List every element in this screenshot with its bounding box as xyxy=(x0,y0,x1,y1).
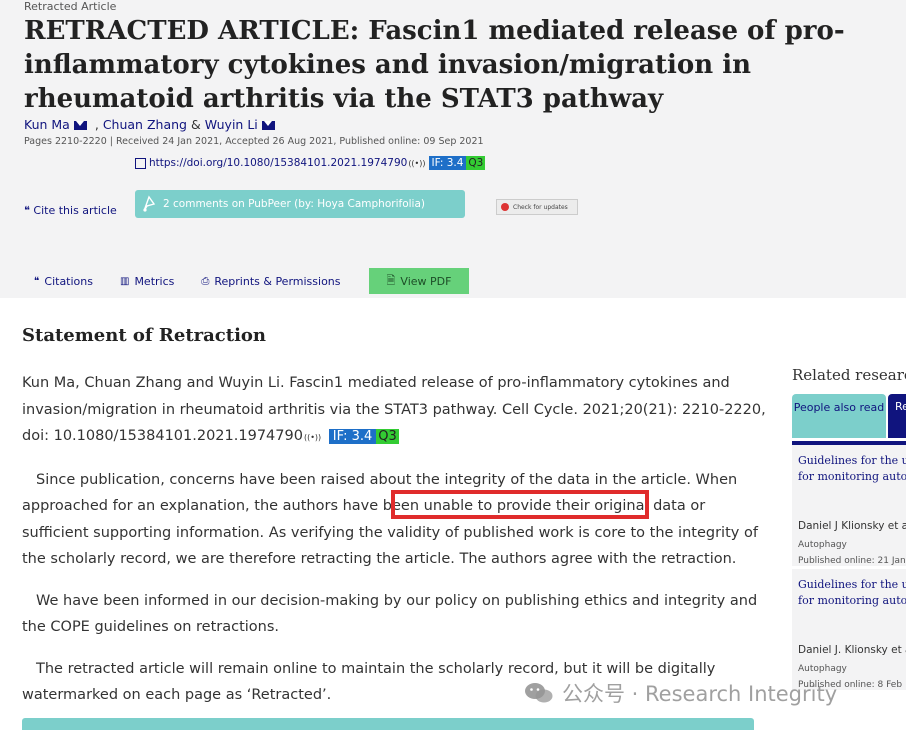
related-tabs: People also read Re xyxy=(792,394,906,439)
retraction-reason-paragraph: Since publication, concerns have been ra… xyxy=(22,471,758,568)
email-icon[interactable] xyxy=(261,121,275,130)
article-tabs: ❝ Citations ▥ Metrics ⎙ Reprints & Permi… xyxy=(34,268,368,294)
related-list: Guidelines for the use for monitoring au… xyxy=(792,441,906,693)
citation-paragraph: Kun Ma, Chuan Zhang and Wuyin Li. Fascin… xyxy=(22,370,772,452)
cite-this-article-link[interactable]: ❝ Cite this article xyxy=(24,204,117,217)
bar-chart-icon: ▥ xyxy=(119,275,130,287)
check-updates-label: Check for updates xyxy=(513,203,568,211)
tab-label: Citations xyxy=(44,274,93,288)
related-article-journal: Autophagy xyxy=(798,540,847,550)
pubpeer-bottom-bar[interactable] xyxy=(22,718,754,730)
pubpeer-label: 2 comments on PubPeer (by: Hoya Camphori… xyxy=(163,198,425,210)
watermark-text: 公众号 · Research Integrity xyxy=(562,682,838,706)
tab-reprints-permissions[interactable]: ⎙ Reprints & Permissions xyxy=(201,275,340,288)
crossmark-icon xyxy=(501,203,509,211)
cite-label: Cite this article xyxy=(33,204,117,217)
doi-row: https://doi.org/10.1080/15384101.2021.19… xyxy=(135,156,486,170)
related-article-date: Published online: 21 Jan xyxy=(798,556,906,566)
doi-link[interactable]: https://doi.org/10.1080/15384101.2021.19… xyxy=(149,157,407,169)
tab-recommended[interactable]: Re xyxy=(888,394,906,438)
highlight-annotation-box xyxy=(391,490,649,519)
author-link[interactable]: Chuan Zhang xyxy=(103,117,187,132)
author-link[interactable]: Wuyin Li xyxy=(205,117,258,132)
tab-metrics[interactable]: ▥ Metrics xyxy=(120,275,174,288)
policy-paragraph: We have been informed in our decision-ma… xyxy=(22,592,758,636)
check-for-updates-button[interactable]: Check for updates xyxy=(496,199,578,215)
related-article-title[interactable]: for monitoring autop xyxy=(798,593,906,609)
article-header: Retracted Article RETRACTED ARTICLE: Fas… xyxy=(0,0,906,298)
view-pdf-label: View PDF xyxy=(400,274,452,288)
author-separator: & xyxy=(190,117,201,132)
related-research-title: Related research xyxy=(792,366,906,384)
tab-citations[interactable]: ❝ Citations xyxy=(34,275,93,288)
author-link[interactable]: Kun Ma xyxy=(24,117,70,132)
quartile-badge: Q3 xyxy=(466,156,486,170)
related-research-sidebar: Related research People also read Re Gui… xyxy=(792,360,906,730)
signal-icon: ((•)) xyxy=(408,158,426,168)
email-icon[interactable] xyxy=(73,121,87,130)
link-icon xyxy=(135,157,146,169)
signal-icon: ((•)) xyxy=(303,433,322,442)
author-list: Kun Ma, Chuan Zhang & Wuyin Li xyxy=(24,117,279,132)
list-item[interactable]: Guidelines for the use for monitoring au… xyxy=(792,445,906,569)
tab-label: Reprints & Permissions xyxy=(214,274,341,288)
author-separator: , xyxy=(94,117,99,132)
related-article-author: Daniel J Klionsky et a xyxy=(798,520,906,532)
pubpeer-comments-button[interactable]: 2 comments on PubPeer (by: Hoya Camphori… xyxy=(135,190,465,218)
related-article-author: Daniel J. Klionsky et a xyxy=(798,644,906,656)
quartile-badge: Q3 xyxy=(376,429,399,444)
retraction-statement: Statement of Retraction Kun Ma, Chuan Zh… xyxy=(22,325,772,724)
pubpeer-icon xyxy=(143,195,156,212)
wechat-icon xyxy=(525,683,553,703)
printer-icon: ⎙ xyxy=(201,275,210,287)
wechat-watermark: 公众号 · Research Integrity xyxy=(524,678,837,708)
tab-people-also-read[interactable]: People also read xyxy=(792,394,886,438)
view-pdf-button[interactable]: 🗎 View PDF xyxy=(369,268,469,294)
quote-icon: ❝ xyxy=(34,275,40,287)
article-title: RETRACTED ARTICLE: Fascin1 mediated rele… xyxy=(24,16,845,114)
tab-label: Metrics xyxy=(134,274,175,288)
statement-title: Statement of Retraction xyxy=(22,325,267,346)
impact-factor-badge: IF: 3.4 xyxy=(428,156,467,170)
quote-icon: ❝ xyxy=(24,204,30,217)
article-type-label: Retracted Article xyxy=(24,0,117,13)
related-article-journal: Autophagy xyxy=(798,664,847,674)
related-article-title[interactable]: for monitoring autop xyxy=(798,469,906,485)
list-item[interactable]: Guidelines for the use for monitoring au… xyxy=(792,569,906,693)
related-article-title[interactable]: Guidelines for the use xyxy=(798,577,906,593)
related-article-title[interactable]: Guidelines for the use xyxy=(798,453,906,469)
impact-factor-badge: IF: 3.4 xyxy=(328,429,377,444)
pdf-file-icon: 🗎 xyxy=(386,273,396,287)
publication-info: Pages 2210-2220 | Received 24 Jan 2021, … xyxy=(24,136,484,147)
